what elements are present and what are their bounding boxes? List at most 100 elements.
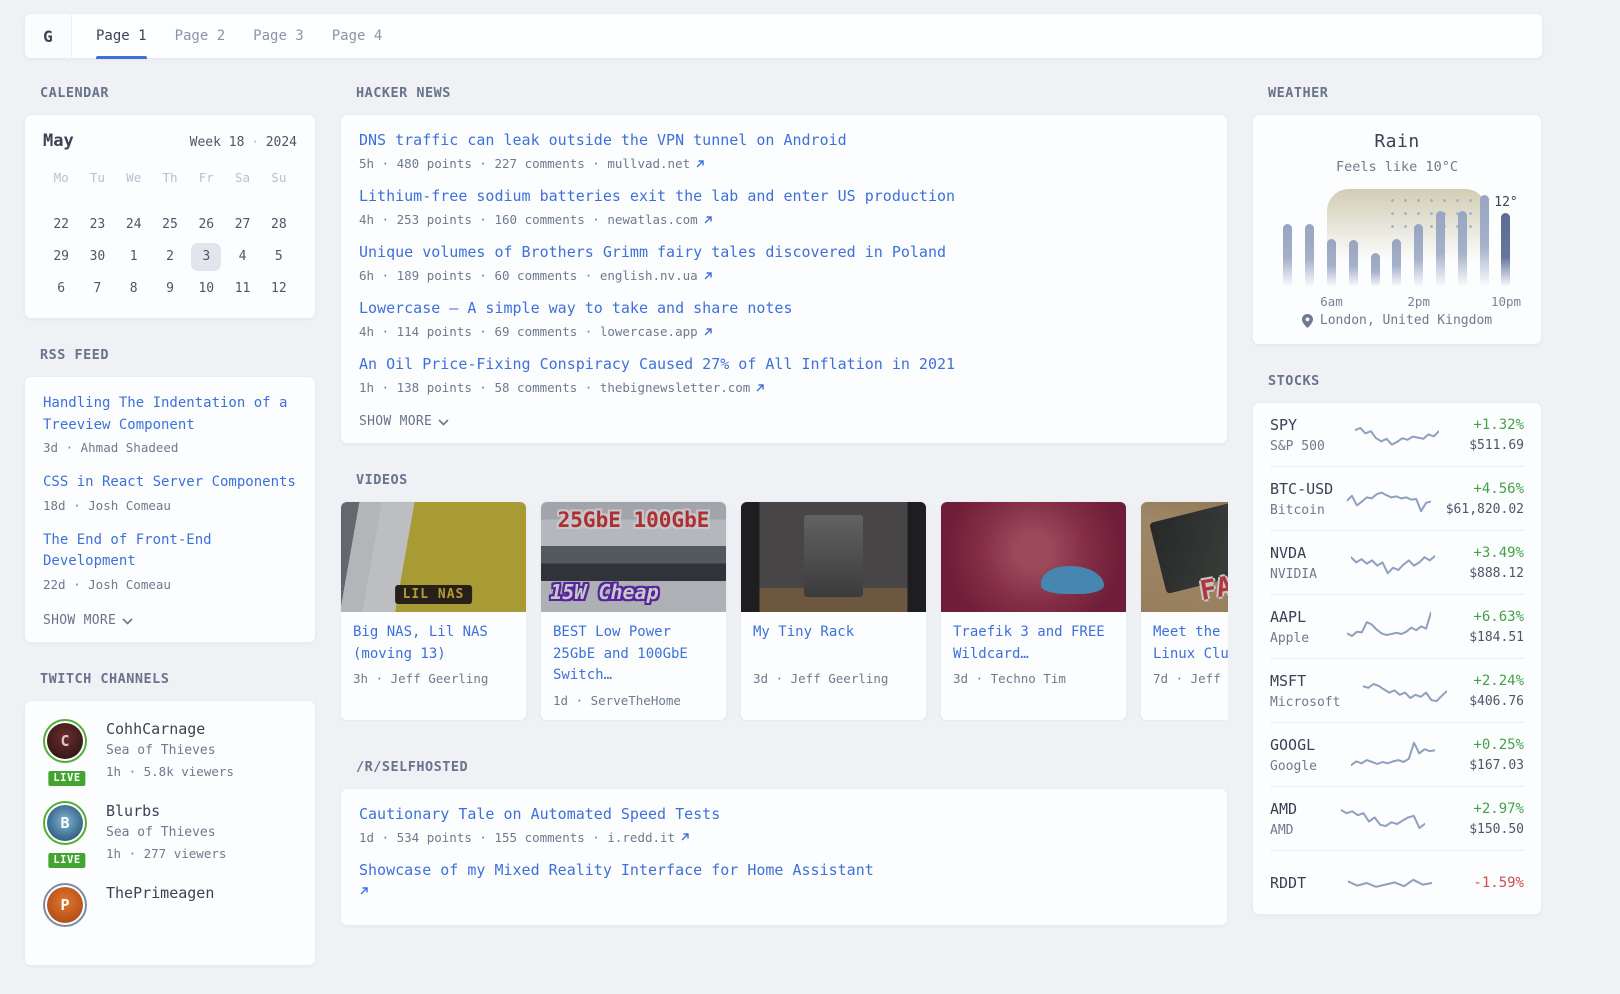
calendar-weekday: Sa xyxy=(224,167,260,193)
page-tab[interactable]: Page 3 xyxy=(253,14,304,58)
external-link-icon xyxy=(755,383,765,393)
map-pin-icon xyxy=(1302,314,1313,328)
calendar-day-cell: 29 xyxy=(43,241,79,272)
hackernews-item-link[interactable]: Lithium-free sodium batteries exit the l… xyxy=(359,186,1209,207)
weather-hour-column: 12° 10pm xyxy=(1501,195,1511,287)
twitch-section: TWITCH CHANNELS C LIVE xyxy=(24,671,316,966)
video-title-link[interactable]: Traefik 3 and FREE Wildcard… xyxy=(953,622,1114,665)
stock-symbol: BTC-USD xyxy=(1270,480,1333,498)
stock-row[interactable]: AMD AMD +2.97% $150.50 xyxy=(1270,786,1524,850)
weather-hour-column: 2pm xyxy=(1414,195,1424,287)
twitch-channel-row[interactable]: C LIVE CohhCarnage Sea of Thieves 1h · 5… xyxy=(43,719,297,781)
weather-temp-bar xyxy=(1349,240,1358,287)
video-title-link[interactable]: Big NAS, Lil NAS (moving 13) xyxy=(353,622,514,665)
hackernews-section-title: HACKER NEWS xyxy=(356,85,1228,101)
twitch-channel-row[interactable]: P ThePrimeagen xyxy=(43,883,297,927)
hackernews-item-link[interactable]: Lowercase – A simple way to take and sha… xyxy=(359,298,1209,319)
hackernews-item-link[interactable]: Unique volumes of Brothers Grimm fairy t… xyxy=(359,242,1209,263)
weather-hour-column xyxy=(1348,195,1358,287)
selfhosted-item: Cautionary Tale on Automated Speed Tests… xyxy=(359,804,1209,845)
twitch-channel-row[interactable]: B LIVE Blurbs Sea of Thieves 1h · 277 vi… xyxy=(43,801,297,863)
twitch-avatar-ring: P xyxy=(43,883,87,927)
selfhosted-item-link[interactable]: Showcase of my Mixed Reality Interface f… xyxy=(359,860,1209,881)
thumbnail-text-badge: LIL NAS xyxy=(395,585,473,604)
thumbnail-text-badge: 25GbE 100GbE xyxy=(558,508,710,532)
stock-row[interactable]: SPY S&P 500 +1.32% $511.69 xyxy=(1270,403,1524,466)
rss-section-title: RSS FEED xyxy=(40,347,316,363)
calendar-week-label: Week 18 xyxy=(190,135,245,150)
selfhosted-widget: Cautionary Tale on Automated Speed Tests… xyxy=(340,788,1228,926)
calendar-weekday-row: Mo Tu We Th Fr Sa Su xyxy=(43,167,297,193)
hackernews-show-more-button[interactable]: SHOW MORE xyxy=(359,414,449,429)
hackernews-item-link[interactable]: DNS traffic can leak outside the VPN tun… xyxy=(359,130,1209,151)
stock-company-name: Apple xyxy=(1270,631,1309,646)
rss-item-link[interactable]: Handling The Indentation of a Treeview C… xyxy=(43,393,297,436)
external-link-icon xyxy=(695,159,705,169)
calendar-day-cell: 22 xyxy=(43,209,79,240)
page-tab[interactable]: Page 4 xyxy=(332,14,383,58)
stock-row[interactable]: MSFT Microsoft +2.24% $406.76 xyxy=(1270,658,1524,722)
video-card[interactable]: My Tiny Rack 3d · Jeff Geerling xyxy=(740,501,927,721)
rss-widget: Handling The Indentation of a Treeview C… xyxy=(24,376,316,643)
video-card[interactable]: LIL NAS Big NAS, Lil NAS (moving 13) 3h … xyxy=(340,501,527,721)
video-title-link[interactable]: BEST Low Power 25GbE and 100GbE Switch… xyxy=(553,622,714,687)
video-thumbnail xyxy=(941,502,1126,612)
selfhosted-item-meta xyxy=(359,886,1209,896)
video-meta: 7d · Jeff xyxy=(1153,671,1228,686)
selfhosted-item-link[interactable]: Cautionary Tale on Automated Speed Tests xyxy=(359,804,1209,825)
page-tab[interactable]: Page 2 xyxy=(175,14,226,58)
hackernews-item-link[interactable]: An Oil Price-Fixing Conspiracy Caused 27… xyxy=(359,354,1209,375)
rss-item-link[interactable]: CSS in React Server Components xyxy=(43,472,297,494)
stock-identity: SPY S&P 500 xyxy=(1270,416,1325,454)
stock-row[interactable]: BTC-USD Bitcoin +4.56% $61,820.02 xyxy=(1270,466,1524,530)
weather-axis-label: 6am xyxy=(1320,294,1343,309)
video-thumbnail: LIL NAS xyxy=(341,502,526,612)
top-navigation-bar: G Page 1 Page 2 Page 3 Page 4 xyxy=(24,13,1543,59)
twitch-channel-name: CohhCarnage xyxy=(106,719,234,739)
stock-row[interactable]: AAPL Apple +6.63% $184.51 xyxy=(1270,594,1524,658)
calendar-day-cell: 25 xyxy=(152,209,188,240)
calendar-day-cell: 26 xyxy=(188,209,224,240)
thumbnail-text-badge: FAS xyxy=(1198,568,1228,607)
stock-price: $511.69 xyxy=(1469,438,1524,453)
video-card[interactable]: 25GbE 100GbE 15W Cheap BEST Low Power 25… xyxy=(540,501,727,721)
video-card[interactable]: FAS Meet the Linux Clu 7d · Jeff xyxy=(1140,501,1228,721)
thumbnail-text-badge: 15W Cheap xyxy=(550,580,658,604)
stock-symbol: AMD xyxy=(1270,800,1297,818)
calendar-weekday: Su xyxy=(261,167,297,193)
stock-sparkline-chart xyxy=(1351,543,1435,583)
stock-symbol: RDDT xyxy=(1270,874,1306,892)
weather-hour-column: 6am xyxy=(1327,195,1337,287)
stock-identity: RDDT xyxy=(1270,874,1306,892)
stock-change-percent: +0.25% xyxy=(1469,737,1524,753)
video-title-link[interactable]: My Tiny Rack xyxy=(753,622,914,665)
stock-change-percent: +4.56% xyxy=(1446,481,1524,497)
external-link-icon xyxy=(703,327,713,337)
stock-sparkline-chart xyxy=(1355,415,1439,455)
rss-show-more-button[interactable]: SHOW MORE xyxy=(43,613,133,628)
video-title-link[interactable]: Meet the Linux Clu xyxy=(1153,622,1228,665)
right-column: WEATHER Rain Feels like 10°C xyxy=(1252,85,1542,943)
avatar: C xyxy=(47,723,83,759)
live-badge: LIVE xyxy=(46,769,87,788)
separator-dot: · xyxy=(251,135,258,149)
stock-sparkline-chart xyxy=(1341,799,1425,839)
hackernews-item: Lowercase – A simple way to take and sha… xyxy=(359,298,1209,339)
video-meta: 3h · Jeff Geerling xyxy=(353,671,514,686)
video-card-body: My Tiny Rack 3d · Jeff Geerling xyxy=(741,612,926,698)
video-card[interactable]: Traefik 3 and FREE Wildcard… 3d · Techno… xyxy=(940,501,1127,721)
calendar-day-cell: 4 xyxy=(224,241,260,272)
stock-change-percent: +3.49% xyxy=(1469,545,1524,561)
page-tab[interactable]: Page 1 xyxy=(96,14,147,58)
rss-item-link[interactable]: The End of Front-End Development xyxy=(43,530,297,573)
stock-symbol: GOOGL xyxy=(1270,736,1317,754)
stocks-section: STOCKS SPY S&P 500 xyxy=(1252,373,1542,915)
stock-row[interactable]: NVDA NVIDIA +3.49% $888.12 xyxy=(1270,530,1524,594)
stock-row[interactable]: RDDT -1.59% xyxy=(1270,850,1524,914)
selfhosted-item-meta: 1d · 534 points · 155 comments · i.redd.… xyxy=(359,830,1209,845)
weather-axis-label: 2pm xyxy=(1407,294,1430,309)
stock-sparkline-chart xyxy=(1351,735,1435,775)
stock-price: $888.12 xyxy=(1469,566,1524,581)
external-link-icon xyxy=(703,215,713,225)
stock-row[interactable]: GOOGL Google +0.25% $167.03 xyxy=(1270,722,1524,786)
